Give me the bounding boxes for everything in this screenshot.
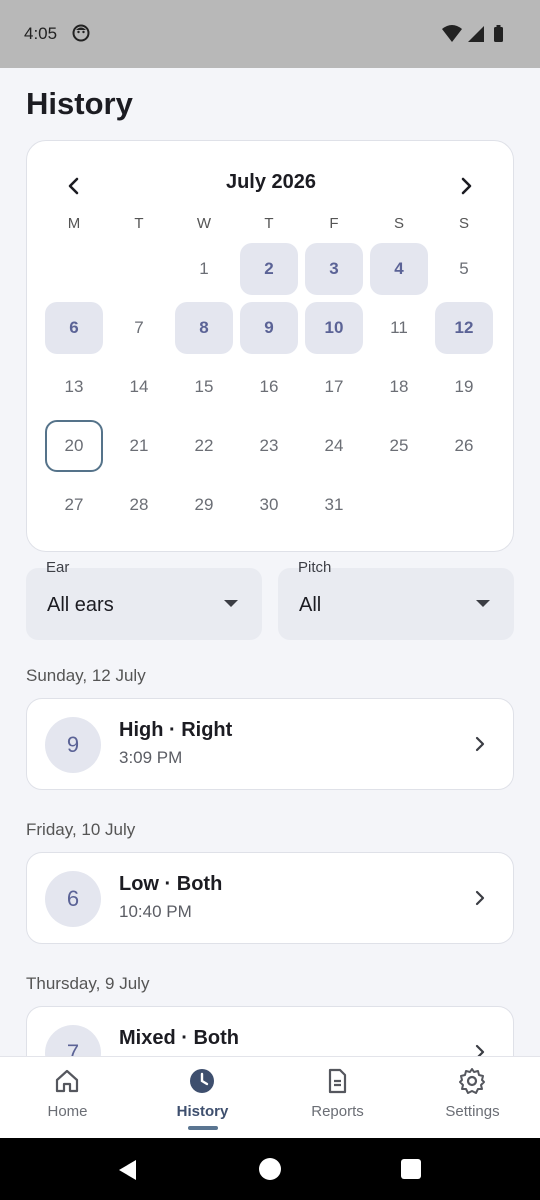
ear-filter-label: Ear xyxy=(46,559,70,576)
clock-icon xyxy=(190,1069,214,1093)
calendar-day-27[interactable]: 27 xyxy=(45,479,103,531)
calendar-day-31[interactable]: 31 xyxy=(305,479,363,531)
calendar-day-24[interactable]: 24 xyxy=(305,420,363,472)
calendar-day-28[interactable]: 28 xyxy=(110,479,168,531)
entry-title: High · Right xyxy=(119,719,233,741)
calendar-day-7[interactable]: 7 xyxy=(110,302,168,354)
calendar-day-11[interactable]: 11 xyxy=(370,302,428,354)
calendar-day-17[interactable]: 17 xyxy=(305,361,363,413)
nav-history-label: History xyxy=(176,1103,229,1120)
calendar-day-16[interactable]: 16 xyxy=(240,361,298,413)
weekday-header: S xyxy=(458,215,469,232)
entry-time: 3:09 PM xyxy=(119,748,183,767)
score-badge: 7 xyxy=(45,1025,101,1056)
entry-time: 10:40 PM xyxy=(119,902,192,921)
calendar-day-10[interactable]: 10 xyxy=(305,302,363,354)
calendar-day-15[interactable]: 15 xyxy=(175,361,233,413)
assistant-face-icon xyxy=(72,24,90,42)
nav-reports-label: Reports xyxy=(311,1103,364,1120)
weekday-header: T xyxy=(134,215,144,232)
nav-settings-label: Settings xyxy=(445,1103,500,1120)
date-header: Thursday, 9 July xyxy=(26,974,150,993)
calendar-day-6[interactable]: 6 xyxy=(45,302,103,354)
calendar-day-12[interactable]: 12 xyxy=(435,302,493,354)
calendar-day-3[interactable]: 3 xyxy=(305,243,363,295)
calendar-day-26[interactable]: 26 xyxy=(435,420,493,472)
back-triangle-icon[interactable] xyxy=(116,1158,140,1182)
calendar-day-30[interactable]: 30 xyxy=(240,479,298,531)
signal-icon xyxy=(468,26,484,42)
pitch-filter-dropdown[interactable]: Pitch All xyxy=(278,559,514,640)
calendar-card: July 2026 M T W T F S S 1 2 3 4 5 6 7 8 9 10 11 12 13 14 15 16… xyxy=(26,140,514,552)
document-icon xyxy=(328,1068,347,1094)
calendar-day-13[interactable]: 13 xyxy=(45,361,103,413)
system-navigation-bar xyxy=(0,1138,540,1200)
calendar-month-label: July 2026 xyxy=(225,171,317,193)
wifi-icon xyxy=(442,25,462,42)
history-entry[interactable]: 6 Low · Both 10:40 PM xyxy=(26,852,514,944)
bottom-navigation: Home History Reports Settings xyxy=(0,1056,540,1138)
weekday-header: S xyxy=(393,215,404,232)
status-time: 4:05 xyxy=(24,24,58,43)
history-entry[interactable]: 9 High · Right 3:09 PM xyxy=(26,698,514,790)
date-header: Friday, 10 July xyxy=(26,820,136,839)
weekday-header: F xyxy=(329,215,339,232)
nav-history[interactable]: History xyxy=(135,1057,270,1139)
active-tab-indicator xyxy=(188,1126,218,1130)
score-badge: 6 xyxy=(45,871,101,927)
dropdown-arrow-icon xyxy=(476,600,490,607)
calendar-day-29[interactable]: 29 xyxy=(175,479,233,531)
history-entry[interactable]: 7 Mixed · Both xyxy=(26,1006,514,1056)
calendar-day-19[interactable]: 19 xyxy=(435,361,493,413)
calendar-day-4[interactable]: 4 xyxy=(370,243,428,295)
nav-reports[interactable]: Reports xyxy=(270,1057,405,1139)
page-title: History xyxy=(26,86,133,121)
status-bar: 4:05 xyxy=(0,0,540,68)
pitch-filter-value: All xyxy=(299,594,322,616)
ear-filter-value: All ears xyxy=(47,594,114,616)
calendar-day-25[interactable]: 25 xyxy=(370,420,428,472)
chevron-right-icon xyxy=(475,890,485,906)
score-badge: 9 xyxy=(45,717,101,773)
nav-home-label: Home xyxy=(47,1103,88,1120)
calendar-day-5[interactable]: 5 xyxy=(435,243,493,295)
calendar-day-22[interactable]: 22 xyxy=(175,420,233,472)
status-icons xyxy=(442,25,503,42)
date-header: Sunday, 12 July xyxy=(26,666,146,685)
history-screen: History July 2026 M T W T F S S 1 2 3 4 5 6 7 8 9 10 11 12… xyxy=(0,68,540,1056)
calendar-day-23[interactable]: 23 xyxy=(240,420,298,472)
calendar-day-2[interactable]: 2 xyxy=(240,243,298,295)
entry-title: Low · Both xyxy=(119,873,223,895)
entry-title: Mixed · Both xyxy=(119,1027,239,1049)
ear-filter-dropdown[interactable]: Ear All ears xyxy=(26,559,262,640)
dropdown-arrow-icon xyxy=(224,600,238,607)
weekday-header: M xyxy=(67,215,81,232)
chevron-right-icon xyxy=(461,177,472,195)
nav-settings[interactable]: Settings xyxy=(405,1057,540,1139)
calendar-day-14[interactable]: 14 xyxy=(110,361,168,413)
battery-icon xyxy=(494,27,503,42)
next-month-button[interactable] xyxy=(451,171,481,201)
weekday-header: T xyxy=(264,215,274,232)
nav-home[interactable]: Home xyxy=(0,1057,135,1139)
calendar-day-8[interactable]: 8 xyxy=(175,302,233,354)
calendar-day-1[interactable]: 1 xyxy=(175,243,233,295)
calendar-day-21[interactable]: 21 xyxy=(110,420,168,472)
calendar-day-20[interactable]: 20 xyxy=(45,420,103,472)
gear-icon xyxy=(459,1068,485,1094)
home-icon xyxy=(55,1069,79,1093)
calendar-day-18[interactable]: 18 xyxy=(370,361,428,413)
pitch-filter-label: Pitch xyxy=(298,559,332,576)
calendar-day-9[interactable]: 9 xyxy=(240,302,298,354)
chevron-right-icon xyxy=(475,736,485,752)
chevron-right-icon xyxy=(475,1044,485,1056)
weekday-header: W xyxy=(196,215,212,232)
home-circle-icon[interactable] xyxy=(258,1157,282,1181)
recents-square-icon[interactable] xyxy=(400,1158,422,1180)
